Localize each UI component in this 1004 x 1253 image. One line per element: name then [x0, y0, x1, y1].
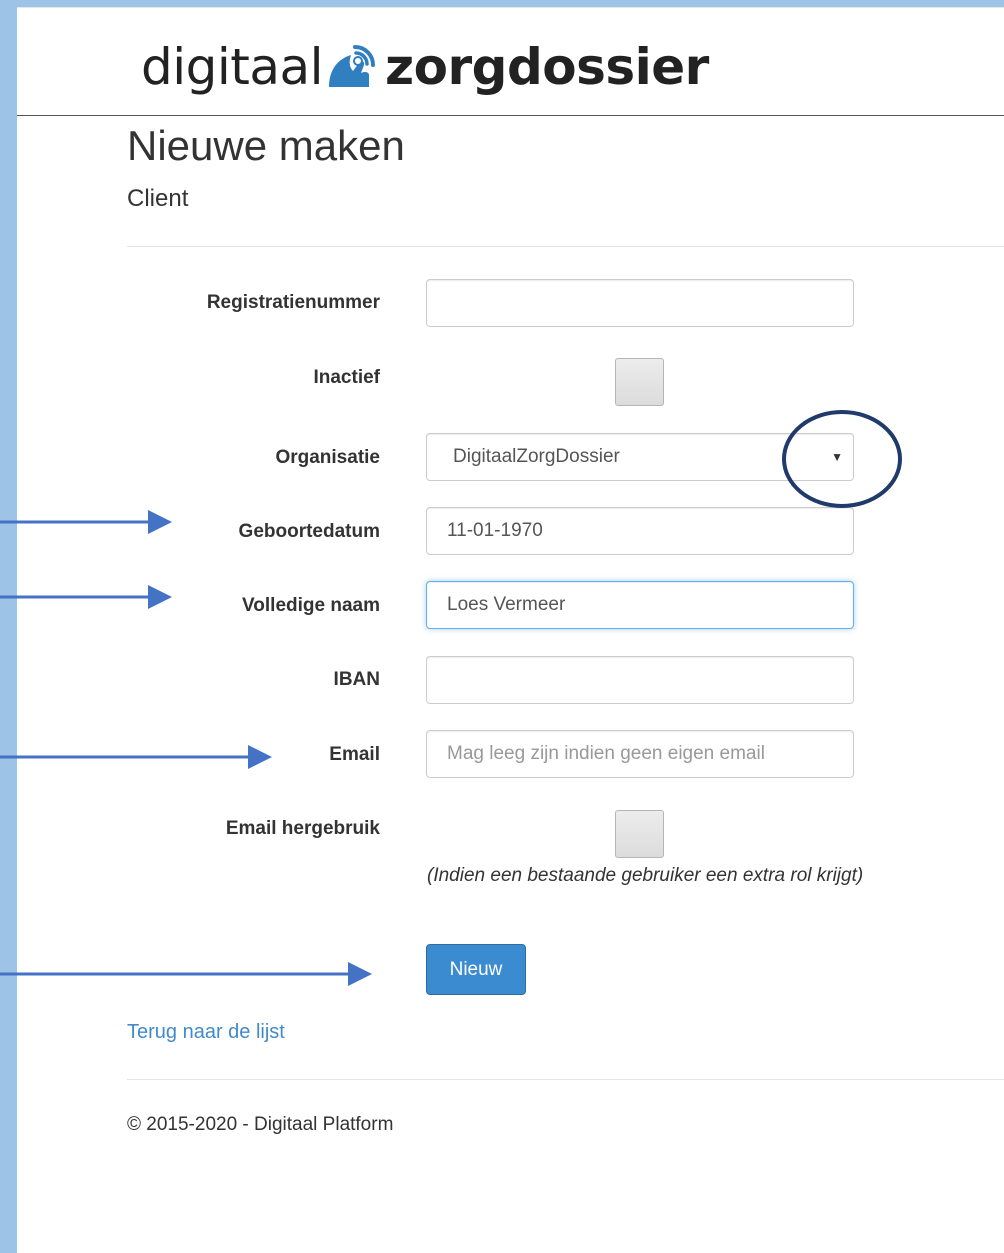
geboortedatum-label: Geboortedatum	[238, 521, 380, 542]
page-subtitle: Client	[127, 185, 189, 212]
email-input[interactable]: Mag leeg zijn indien geen eigen email	[426, 730, 854, 778]
brand-logo[interactable]: digitaal zorgdossier	[141, 37, 709, 97]
geboortedatum-input[interactable]: 11-01-1970	[426, 507, 854, 555]
logo-text-bold: zorgdossier	[385, 38, 709, 96]
organisatie-label: Organisatie	[275, 447, 380, 468]
app-header: digitaal zorgdossier	[17, 15, 1004, 116]
email-hergebruik-help: (Indien een bestaande gebruiker een extr…	[427, 865, 864, 886]
organisatie-select[interactable]: DigitaalZorgDossier ▼	[426, 433, 854, 481]
email-hergebruik-checkbox[interactable]	[615, 810, 664, 858]
iban-input[interactable]	[426, 656, 854, 704]
hand-touch-icon	[329, 45, 376, 87]
registratienummer-label: Registratienummer	[206, 292, 380, 313]
inactief-label: Inactief	[313, 367, 380, 388]
volledige-naam-input[interactable]: Loes Vermeer	[426, 581, 854, 629]
back-to-list-link[interactable]: Terug naar de lijst	[127, 1021, 285, 1044]
organisatie-selected-value: DigitaalZorgDossier	[453, 446, 620, 467]
email-hergebruik-label: Email hergebruik	[225, 818, 380, 839]
registratienummer-input[interactable]	[426, 279, 854, 327]
frame-top-border	[0, 0, 1004, 7]
page-title: Nieuwe maken	[127, 122, 405, 169]
logo-text-light: digitaal	[141, 38, 324, 96]
divider	[127, 246, 1004, 247]
nieuw-button[interactable]: Nieuw	[426, 944, 526, 995]
inactief-checkbox[interactable]	[615, 358, 664, 406]
iban-label: IBAN	[333, 669, 380, 690]
footer-copyright: © 2015-2020 - Digitaal Platform	[127, 1114, 394, 1135]
chevron-down-icon: ▼	[831, 450, 843, 464]
frame-left-border	[0, 0, 17, 1253]
email-label: Email	[329, 744, 380, 765]
volledige-naam-label: Volledige naam	[242, 595, 380, 616]
arrow-annotation	[0, 510, 372, 986]
footer-divider	[127, 1079, 1004, 1080]
